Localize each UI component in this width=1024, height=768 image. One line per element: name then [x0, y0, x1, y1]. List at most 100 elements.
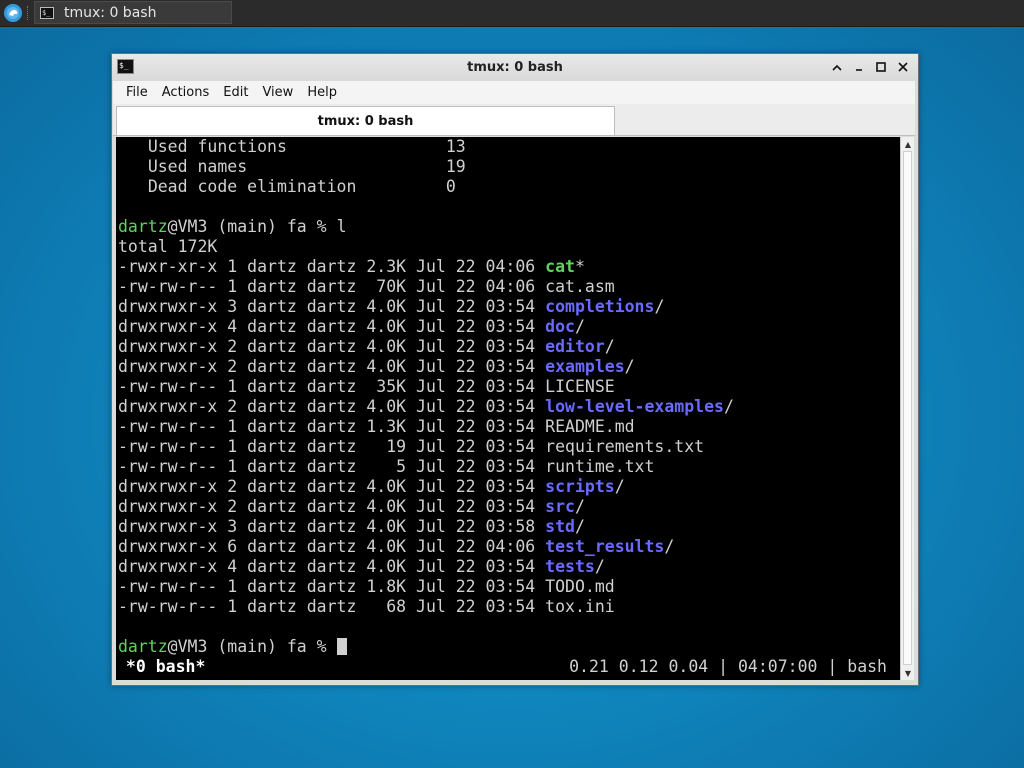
file-suffix: /	[664, 537, 675, 556]
terminal-icon: $_	[40, 6, 54, 19]
listing-row: drwxrwxr-x 2 dartz dartz 4.0K Jul 22 03:…	[118, 497, 585, 517]
scrollbar-thumb[interactable]	[903, 151, 912, 665]
file-name: LICENSE	[545, 377, 615, 396]
restore-icon[interactable]	[850, 58, 868, 76]
listing-total: total 172K	[118, 237, 218, 256]
file-name: tests	[545, 557, 595, 576]
menu-help[interactable]: Help	[300, 85, 344, 100]
file-meta: drwxrwxr-x 2 dartz dartz 4.0K Jul 22 03:…	[118, 337, 546, 356]
terminal-window: $_ tmux: 0 bash File Actions Edit View H…	[111, 53, 919, 686]
tmux-status-right: 0.21 0.12 0.04 | 04:07:00 | bash	[569, 657, 887, 676]
file-meta: -rw-rw-r-- 1 dartz dartz 5 Jul 22 03:54	[118, 457, 546, 476]
file-meta: drwxrwxr-x 2 dartz dartz 4.0K Jul 22 03:…	[118, 497, 546, 516]
file-meta: -rwxr-xr-x 1 dartz dartz 2.3K Jul 22 04:…	[118, 257, 546, 276]
file-name: test_results	[545, 537, 665, 556]
typed-command: l	[336, 217, 347, 236]
menu-view[interactable]: View	[255, 85, 300, 100]
listing-row: drwxrwxr-x 2 dartz dartz 4.0K Jul 22 03:…	[118, 397, 734, 417]
file-name: cat	[545, 257, 575, 276]
file-name: doc	[545, 317, 575, 336]
file-meta: -rw-rw-r-- 1 dartz dartz 68 Jul 22 03:54	[118, 597, 546, 616]
file-name: requirements.txt	[545, 437, 705, 456]
tmux-window-list[interactable]: *0 bash*	[116, 657, 205, 677]
panel-separator	[27, 6, 30, 20]
top-panel: $_ tmux: 0 bash	[0, 0, 1024, 27]
scroll-down-icon[interactable]: ▼	[902, 667, 914, 679]
listing-row: drwxrwxr-x 3 dartz dartz 4.0K Jul 22 03:…	[118, 517, 585, 537]
prompt-user: dartz	[118, 637, 168, 656]
file-meta: drwxrwxr-x 2 dartz dartz 4.0K Jul 22 03:…	[118, 477, 546, 496]
xfce-logo-icon[interactable]	[4, 4, 22, 22]
window-title: tmux: 0 bash	[467, 60, 563, 75]
file-meta: drwxrwxr-x 6 dartz dartz 4.0K Jul 22 04:…	[118, 537, 546, 556]
minimize-icon[interactable]	[828, 58, 846, 76]
file-name: TODO.md	[545, 577, 615, 596]
listing-row: -rw-rw-r-- 1 dartz dartz 35K Jul 22 03:5…	[118, 377, 615, 397]
prompt-user: dartz	[118, 217, 168, 236]
scroll-up-icon[interactable]: ▲	[902, 138, 914, 150]
file-name: README.md	[545, 417, 635, 436]
menu-edit[interactable]: Edit	[216, 85, 255, 100]
listing-row: drwxrwxr-x 4 dartz dartz 4.0K Jul 22 03:…	[118, 317, 585, 337]
taskbar-window-label: tmux: 0 bash	[64, 4, 157, 21]
file-name: editor	[545, 337, 605, 356]
file-meta: drwxrwxr-x 2 dartz dartz 4.0K Jul 22 03:…	[118, 397, 546, 416]
terminal-output[interactable]: Used functions 13 Used names 19 Dead cod…	[116, 137, 900, 680]
text-cursor	[336, 638, 347, 655]
file-meta: drwxrwxr-x 4 dartz dartz 4.0K Jul 22 03:…	[118, 317, 546, 336]
taskbar-window-button[interactable]: $_ tmux: 0 bash	[34, 1, 232, 24]
summary-line: Used functions 13	[147, 137, 466, 156]
file-name: examples	[545, 357, 625, 376]
menu-file[interactable]: File	[119, 85, 155, 100]
file-meta: drwxrwxr-x 3 dartz dartz 4.0K Jul 22 03:…	[118, 297, 546, 316]
tab-bar: tmux: 0 bash	[113, 104, 915, 136]
close-icon[interactable]	[894, 58, 912, 76]
file-suffix: /	[574, 517, 585, 536]
file-meta: -rw-rw-r-- 1 dartz dartz 35K Jul 22 03:5…	[118, 377, 546, 396]
maximize-icon[interactable]	[872, 58, 890, 76]
shell-prompt: dartz@VM3 (main) fa % l	[118, 217, 347, 236]
shell-prompt[interactable]: dartz@VM3 (main) fa %	[118, 637, 347, 657]
listing-row: drwxrwxr-x 2 dartz dartz 4.0K Jul 22 03:…	[118, 357, 635, 377]
file-suffix: /	[574, 497, 585, 516]
file-suffix: /	[604, 337, 615, 356]
listing-row: -rw-rw-r-- 1 dartz dartz 1.8K Jul 22 03:…	[118, 577, 615, 597]
listing-row: -rw-rw-r-- 1 dartz dartz 70K Jul 22 04:0…	[118, 277, 615, 297]
menu-bar: File Actions Edit View Help	[113, 81, 915, 105]
file-meta: drwxrwxr-x 4 dartz dartz 4.0K Jul 22 03:…	[118, 557, 546, 576]
listing-row: -rw-rw-r-- 1 dartz dartz 1.3K Jul 22 03:…	[118, 417, 635, 437]
tab-tmux-bash[interactable]: tmux: 0 bash	[116, 106, 615, 135]
file-meta: -rw-rw-r-- 1 dartz dartz 19 Jul 22 03:54	[118, 437, 546, 456]
file-name: scripts	[545, 477, 615, 496]
terminal-scrollbar[interactable]: ▲ ▼	[900, 137, 914, 680]
file-meta: -rw-rw-r-- 1 dartz dartz 1.8K Jul 22 03:…	[118, 577, 546, 596]
listing-row: drwxrwxr-x 4 dartz dartz 4.0K Jul 22 03:…	[118, 557, 605, 577]
listing-row: drwxrwxr-x 2 dartz dartz 4.0K Jul 22 03:…	[118, 477, 625, 497]
file-meta: -rw-rw-r-- 1 dartz dartz 70K Jul 22 04:0…	[118, 277, 546, 296]
window-titlebar[interactable]: $_ tmux: 0 bash	[112, 54, 918, 81]
listing-row: -rw-rw-r-- 1 dartz dartz 68 Jul 22 03:54…	[118, 597, 615, 617]
file-name: low-level-examples	[545, 397, 724, 416]
file-name: completions	[545, 297, 655, 316]
file-name: cat.asm	[545, 277, 615, 296]
summary-line: Dead code elimination 0	[147, 177, 456, 196]
file-suffix: /	[574, 317, 585, 336]
file-name: tox.ini	[545, 597, 615, 616]
file-name: std	[545, 517, 575, 536]
file-name: src	[545, 497, 575, 516]
listing-row: -rwxr-xr-x 1 dartz dartz 2.3K Jul 22 04:…	[118, 257, 585, 277]
file-suffix: /	[624, 357, 635, 376]
file-suffix: /	[654, 297, 665, 316]
listing-row: drwxrwxr-x 3 dartz dartz 4.0K Jul 22 03:…	[118, 297, 664, 317]
file-meta: drwxrwxr-x 2 dartz dartz 4.0K Jul 22 03:…	[118, 357, 546, 376]
menu-actions[interactable]: Actions	[155, 85, 217, 100]
file-suffix: /	[594, 557, 605, 576]
file-meta: -rw-rw-r-- 1 dartz dartz 1.3K Jul 22 03:…	[118, 417, 546, 436]
file-suffix: *	[574, 257, 585, 276]
file-meta: drwxrwxr-x 3 dartz dartz 4.0K Jul 22 03:…	[118, 517, 546, 536]
file-suffix: /	[614, 477, 625, 496]
listing-row: -rw-rw-r-- 1 dartz dartz 5 Jul 22 03:54 …	[118, 457, 654, 477]
file-suffix: /	[723, 397, 734, 416]
listing-row: drwxrwxr-x 2 dartz dartz 4.0K Jul 22 03:…	[118, 337, 615, 357]
listing-row: -rw-rw-r-- 1 dartz dartz 19 Jul 22 03:54…	[118, 437, 704, 457]
